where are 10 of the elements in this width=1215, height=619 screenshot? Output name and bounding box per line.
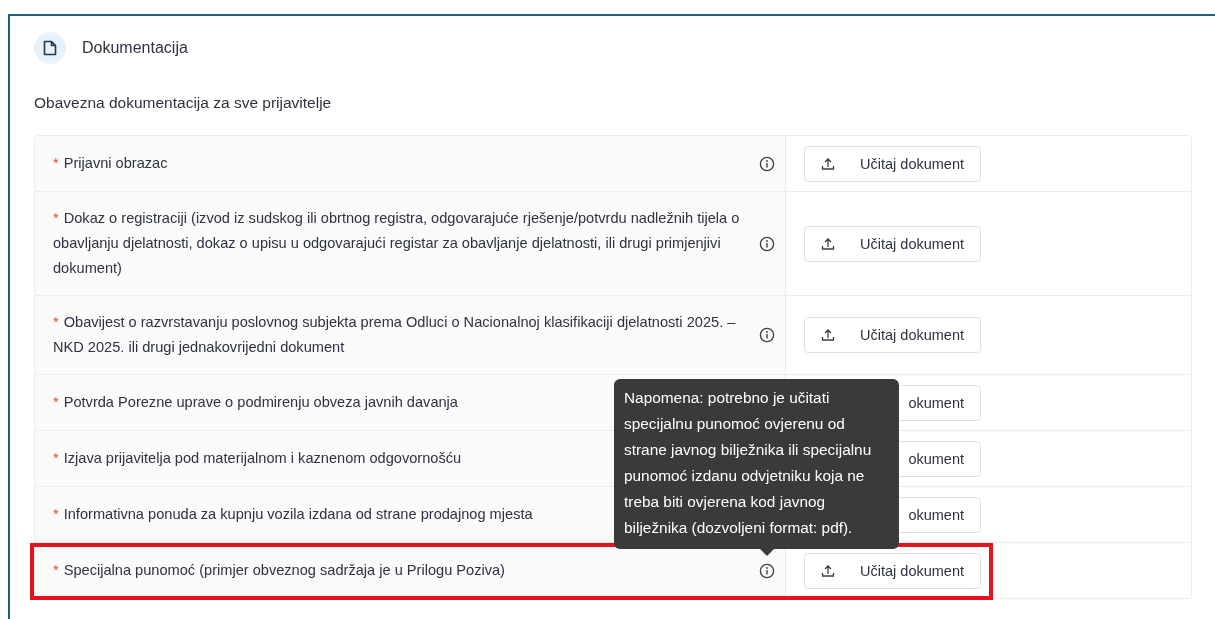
document-label: * Prijavni obrazac: [53, 154, 169, 173]
section-subtitle: Obavezna dokumentacija za sve prijavitelje: [34, 94, 333, 112]
document-label: * Dokaz o registraciji (izvod iz sudskog ili obrtnog registra, odgovarajuće rješenje/potvrdu nadležnih tijela o obavljanju djelatnosti, dokaz o upisu u odgovarajući registar za obavljanje djelatnosti, ili drugi primjenjivi dokument): [53, 209, 741, 278]
document-label: * Informativna ponuda za kupnju vozila izdana od strane prodajnog mjesta: [53, 505, 534, 524]
document-label: * Potvrda Porezne uprave o podmirenju obveza javnih davanja: [53, 393, 459, 412]
document-label: * Obavijest o razvrstavanju poslovnog subjekta prema Odluci o Nacionalnoj klasifikaciji djelatnosti 2025. – NKD 2025. ili drugi jednakovrijedni dokument: [53, 313, 737, 357]
document-label: * Izjava prijavitelja pod materijalnom i kaznenom odgovornošću: [53, 449, 463, 468]
section-title: Dokumentacija: [82, 39, 188, 57]
tooltip: Napomena: potrebno je učitati specijalnu punomoć ovjerenu od strane javnog bilježnika ili specijalnu punomoć izdanu odvjetniku koja ne treba biti ovjerena kod javnog bilježnika (dozvoljeni format: pdf).: [614, 378, 899, 549]
document-label: * Specijalna punomoć (primjer obveznog sadržaja je u Prilogu Poziva): [53, 561, 506, 580]
